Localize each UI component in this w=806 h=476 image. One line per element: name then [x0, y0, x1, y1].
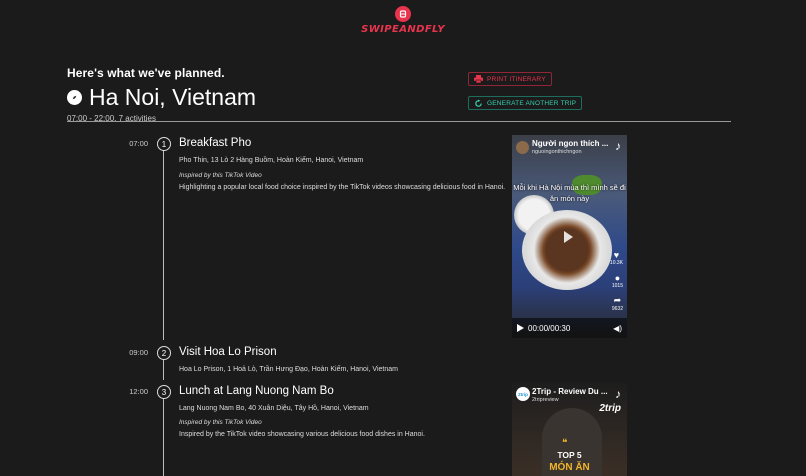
tiktok-video-player[interactable]: 2trip 2Trip - Review Du ... 2tripreview …	[512, 383, 627, 476]
video-controls: 00:00/00:30 ◀)	[512, 318, 627, 338]
quote-icon: ❝	[562, 438, 568, 449]
video-caption: Mỗi khi Hà Nội mùa thì mình sẽ đi ăn món…	[513, 183, 626, 203]
activity-number: 3	[157, 385, 171, 399]
activity-address: Hoa Lo Prison, 1 Hoả Lò, Trần Hưng Đạo, …	[179, 366, 398, 373]
tiktok-icon[interactable]: ♪	[615, 139, 621, 153]
city-row: Ha Noi, Vietnam	[67, 84, 256, 110]
inspired-label: Inspired by this TikTok Video	[179, 419, 262, 426]
timeline-line	[163, 360, 164, 380]
planned-heading: Here's what we've planned.	[67, 66, 225, 80]
trip-header: Here's what we've planned. Ha Noi, Vietn…	[67, 66, 256, 123]
video-username[interactable]: nguoingonthichngon	[532, 149, 582, 155]
app-logo[interactable]: SWIPEANDFLY	[0, 6, 806, 35]
activity-address: Lang Nuong Nam Bo, 40 Xuân Diệu, Tây Hồ,…	[179, 405, 369, 412]
food-plate-image	[522, 210, 612, 290]
activity-time: 12:00	[129, 387, 148, 396]
brand-name: SWIPEANDFLY	[361, 24, 445, 35]
generate-another-trip-label: GENERATE ANOTHER TRIP	[487, 99, 577, 107]
comment-count: 1015	[611, 283, 623, 289]
activity-title: Lunch at Lang Nuong Nam Bo	[179, 385, 334, 397]
activity-title: Visit Hoa Lo Prison	[179, 346, 277, 358]
activity-number: 2	[157, 346, 171, 360]
inspired-label: Inspired by this TikTok Video	[179, 172, 262, 179]
header-divider	[67, 121, 731, 122]
video-title[interactable]: 2Trip - Review Du ...	[532, 387, 610, 396]
timeline-line	[163, 150, 164, 340]
compass-icon	[67, 89, 82, 105]
video-brand-watermark: 2trip	[599, 403, 621, 414]
page-title: Ha Noi, Vietnam	[89, 84, 257, 110]
share-count: 9632	[611, 306, 623, 312]
printer-icon	[474, 75, 483, 83]
creator-avatar[interactable]	[516, 141, 529, 154]
activity-title: Breakfast Pho	[179, 137, 252, 149]
print-itinerary-label: PRINT ITINERARY	[487, 75, 546, 83]
creator-avatar[interactable]: 2trip	[516, 387, 530, 401]
play-overlay-icon[interactable]	[564, 231, 573, 243]
refresh-icon	[475, 98, 482, 107]
like-count: 10.3K	[609, 260, 623, 266]
activity-description: Inspired by the TikTok video showcasing …	[179, 431, 425, 438]
video-username[interactable]: 2tripreview	[532, 397, 559, 403]
video-overlay-text: TOP 5	[557, 450, 582, 460]
activity-description: Highlighting a popular local food choice…	[179, 184, 506, 191]
activity-address: Pho Thin, 13 Lò 2 Hàng Buồm, Hoàn Kiếm, …	[179, 157, 364, 164]
video-overlay-text: MÓN ĂN	[549, 462, 590, 473]
tiktok-video-player[interactable]: Người ngon thích ... nguoingonthichngon …	[512, 135, 627, 338]
like-icon[interactable]: ♥ 10.3K	[610, 250, 623, 266]
play-icon[interactable]	[517, 324, 524, 332]
share-icon[interactable]: ➦ 9632	[612, 295, 623, 312]
logo-icon	[395, 6, 411, 22]
print-itinerary-button[interactable]: PRINT ITINERARY	[468, 72, 552, 86]
volume-icon[interactable]: ◀)	[613, 324, 622, 333]
timeline-line	[163, 399, 164, 476]
video-title[interactable]: Người ngon thích ...	[532, 139, 610, 148]
activity-time: 07:00	[129, 139, 148, 148]
tiktok-icon[interactable]: ♪	[615, 387, 621, 401]
video-timecode: 00:00/00:30	[528, 323, 571, 333]
activity-time: 09:00	[129, 348, 148, 357]
comment-icon[interactable]: ● 1015	[612, 273, 623, 289]
generate-another-trip-button[interactable]: GENERATE ANOTHER TRIP	[468, 96, 583, 110]
activity-number: 1	[157, 137, 171, 151]
